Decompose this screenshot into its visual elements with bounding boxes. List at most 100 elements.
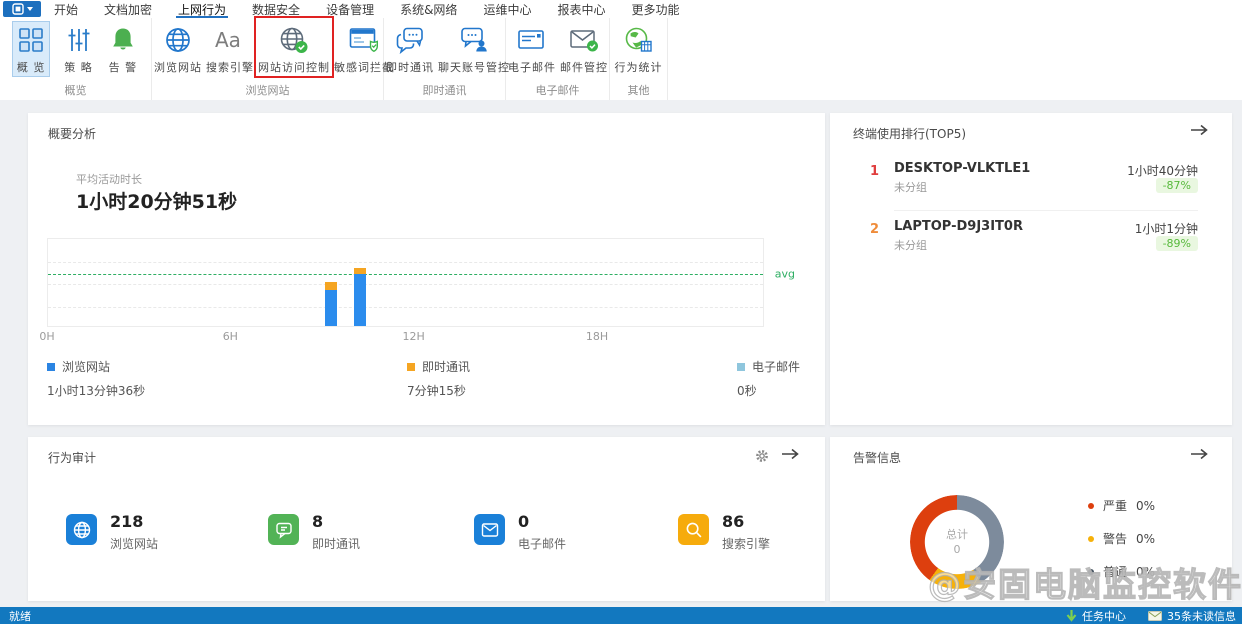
ribbon-item-overview[interactable]: 概 览 bbox=[12, 21, 51, 77]
ribbon-item-alert[interactable]: 告 警 bbox=[107, 21, 140, 77]
ribbon-item-im[interactable]: 即时通讯 bbox=[384, 21, 436, 77]
ranking-panel-title: 终端使用排行(TOP5) bbox=[853, 125, 966, 142]
envelope-icon bbox=[1148, 611, 1162, 621]
legend-dot bbox=[1088, 503, 1094, 509]
legend-value: 1小时13分钟36秒 bbox=[47, 382, 145, 399]
stat-browse-web[interactable]: 218 浏览网站 bbox=[66, 514, 158, 552]
status-bar: 就绪 任务中心 35条未读信息 bbox=[0, 607, 1242, 624]
ribbon-item-label: 浏览网站 bbox=[154, 59, 202, 75]
x-axis-tick: 18H bbox=[586, 330, 608, 343]
stat-value: 0 bbox=[518, 514, 566, 530]
legend-label: 严重 bbox=[1103, 497, 1127, 514]
ranking-row[interactable]: 2 LAPTOP-D9J3IT0R 未分组 1小时1分钟 -89% bbox=[830, 219, 1232, 259]
window-shield-icon bbox=[349, 24, 379, 56]
app-menu-button[interactable] bbox=[3, 1, 41, 17]
menu-item-more[interactable]: 更多功能 bbox=[629, 1, 681, 18]
alerts-panel-title: 告警信息 bbox=[853, 449, 901, 466]
globe-stats-icon bbox=[624, 24, 654, 56]
legend-label: 浏览网站 bbox=[62, 358, 110, 375]
menu-item-device-mgmt[interactable]: 设备管理 bbox=[324, 1, 376, 18]
ribbon-group-email: 电子邮件 邮件管控 电子邮件 bbox=[506, 18, 610, 100]
ribbon-group-im: 即时通讯 聊天账号管控 即时通讯 bbox=[384, 18, 506, 100]
ranking-row[interactable]: 1 DESKTOP-VLKTLE1 未分组 1小时40分钟 -87% bbox=[830, 161, 1232, 201]
ribbon-item-search-engine[interactable]: Aa 搜索引擎 bbox=[204, 21, 256, 77]
legend-dot bbox=[1088, 536, 1094, 542]
sliders-icon bbox=[65, 24, 93, 56]
menu-items: 开始 文档加密 上网行为 数据安全 设备管理 系统&网络 运维中心 报表中心 更… bbox=[52, 0, 681, 18]
stat-email[interactable]: 0 电子邮件 bbox=[474, 514, 566, 552]
ribbon-item-browse-web[interactable]: 浏览网站 bbox=[152, 21, 204, 77]
unread-messages-button[interactable]: 35条未读信息 bbox=[1148, 608, 1236, 624]
stat-search-engine[interactable]: 86 搜索引擎 bbox=[678, 514, 770, 552]
ribbon-item-label: 邮件管控 bbox=[560, 59, 608, 75]
chart-bar-segment bbox=[325, 282, 337, 290]
menu-item-ops-center[interactable]: 运维中心 bbox=[481, 1, 533, 18]
unread-messages-label: 35条未读信息 bbox=[1167, 608, 1236, 624]
status-ready-text: 就绪 bbox=[9, 608, 31, 624]
chat-icon bbox=[268, 514, 299, 545]
ribbon-group-label: 概览 bbox=[0, 84, 151, 100]
arrow-right-icon[interactable] bbox=[1190, 448, 1208, 463]
stat-value: 8 bbox=[312, 514, 360, 530]
task-center-button[interactable]: 任务中心 bbox=[1066, 608, 1126, 624]
ribbon-toolbar: 概 览 策 略 告 警 概览 bbox=[0, 18, 1242, 101]
stat-im[interactable]: 8 即时通讯 bbox=[268, 514, 360, 552]
menu-item-doc-encrypt[interactable]: 文档加密 bbox=[102, 1, 154, 18]
arrow-right-icon[interactable] bbox=[1190, 124, 1208, 139]
mail-check-icon bbox=[569, 24, 599, 56]
ribbon-item-label: 网站访问控制 bbox=[258, 59, 330, 75]
menu-item-report-center[interactable]: 报表中心 bbox=[555, 1, 607, 18]
x-axis-tick: 12H bbox=[403, 330, 425, 343]
legend-value: 0秒 bbox=[737, 382, 800, 399]
avg-activity-label: 平均活动时长 bbox=[76, 171, 142, 187]
ribbon-item-behavior-stats[interactable]: 行为统计 bbox=[613, 21, 665, 77]
terminal-duration: 1小时1分钟 bbox=[1135, 220, 1198, 237]
menu-item-system-network[interactable]: 系统&网络 bbox=[398, 1, 459, 18]
legend-value: 0% bbox=[1136, 499, 1155, 513]
audit-panel: 行为审计 218 浏览网站 8 即时通讯 0 电子邮件 bbox=[28, 437, 825, 601]
audit-panel-title: 行为审计 bbox=[48, 449, 96, 466]
ribbon-item-web-access-control[interactable]: 网站访问控制 bbox=[256, 21, 332, 77]
mail-icon bbox=[517, 24, 547, 56]
ribbon-item-label: 聊天账号管控 bbox=[438, 59, 510, 75]
ribbon-item-label: 告 警 bbox=[109, 59, 138, 75]
rank-number: 2 bbox=[870, 222, 879, 237]
legend-label: 即时通讯 bbox=[422, 358, 470, 375]
activity-bar-chart: avg bbox=[47, 238, 764, 327]
ribbon-item-email[interactable]: 电子邮件 bbox=[506, 21, 558, 77]
ribbon-item-label: 搜索引擎 bbox=[206, 59, 254, 75]
menu-item-internet-behavior[interactable]: 上网行为 bbox=[176, 1, 228, 18]
ribbon-item-label: 概 览 bbox=[17, 59, 46, 75]
legend-item-browse: 浏览网站 1小时13分钟36秒 bbox=[47, 358, 145, 399]
avg-line-label: avg bbox=[775, 267, 795, 280]
ribbon-group-label: 电子邮件 bbox=[506, 84, 609, 100]
chat-bubbles-icon bbox=[395, 24, 425, 56]
ribbon-item-label: 策 略 bbox=[64, 59, 93, 75]
ribbon-group-label: 浏览网站 bbox=[152, 84, 383, 100]
terminal-group: 未分组 bbox=[894, 179, 927, 195]
app-window: 开始 文档加密 上网行为 数据安全 设备管理 系统&网络 运维中心 报表中心 更… bbox=[0, 0, 1242, 624]
legend-label: 警告 bbox=[1103, 530, 1127, 547]
ribbon-group-other: 行为统计 其他 bbox=[610, 18, 668, 100]
row-divider bbox=[894, 210, 1198, 211]
donut-center-value: 0 bbox=[954, 542, 961, 557]
alert-legend-normal: 普通 0% bbox=[1088, 563, 1155, 580]
chart-bar-segment bbox=[354, 268, 366, 274]
rank-number: 1 bbox=[870, 164, 879, 179]
terminal-duration: 1小时40分钟 bbox=[1127, 162, 1198, 179]
legend-swatch bbox=[407, 363, 415, 371]
menu-item-data-security[interactable]: 数据安全 bbox=[250, 1, 302, 18]
ribbon-item-label: 即时通讯 bbox=[386, 59, 434, 75]
chart-bar-segment bbox=[354, 274, 366, 326]
legend-label: 普通 bbox=[1103, 563, 1127, 580]
ribbon-item-chat-account-control[interactable]: 聊天账号管控 bbox=[436, 21, 512, 77]
ribbon-item-policy[interactable]: 策 略 bbox=[62, 21, 95, 77]
menu-item-start[interactable]: 开始 bbox=[52, 1, 80, 18]
activity-chart-xticks: 0H6H12H18H bbox=[47, 330, 762, 344]
download-arrow-icon bbox=[1066, 609, 1077, 622]
stat-label: 即时通讯 bbox=[312, 535, 360, 552]
gear-icon[interactable] bbox=[755, 449, 769, 466]
ribbon-item-mail-control[interactable]: 邮件管控 bbox=[558, 21, 610, 77]
arrow-right-icon[interactable] bbox=[781, 448, 799, 463]
aa-text-icon: Aa bbox=[213, 24, 247, 56]
